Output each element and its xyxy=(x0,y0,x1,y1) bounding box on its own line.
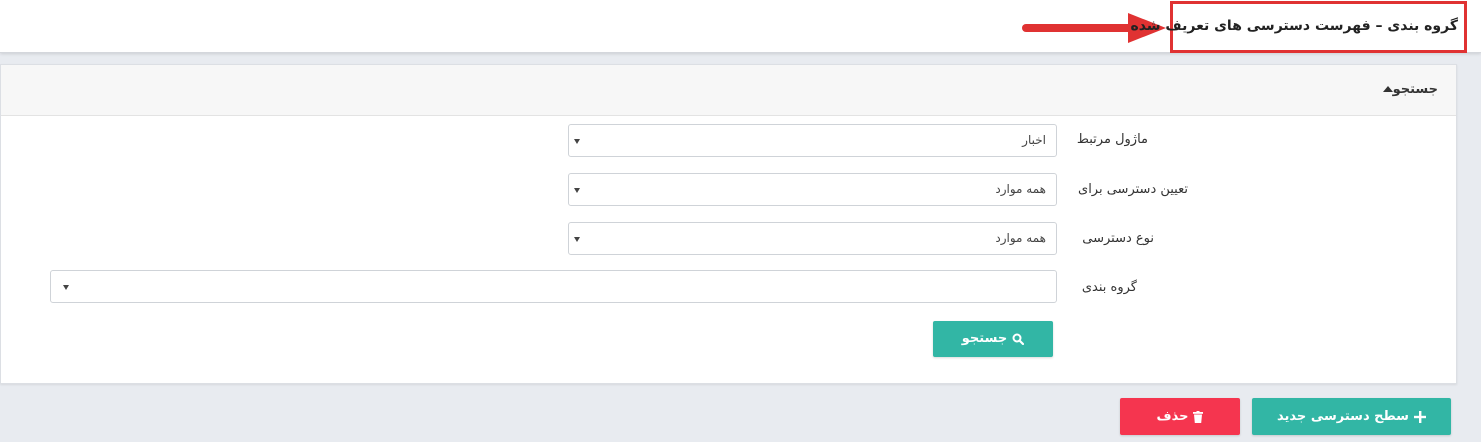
related-module-label: ماژول مرتبط xyxy=(1076,132,1148,147)
search-button[interactable]: جستجو xyxy=(933,321,1053,357)
chevron-down-icon xyxy=(574,237,580,242)
caret-up-icon xyxy=(1382,85,1393,92)
access-for-select[interactable]: همه موارد xyxy=(568,173,1057,206)
plus-icon xyxy=(1413,410,1426,423)
search-panel-title[interactable]: جستجو xyxy=(1378,82,1438,97)
access-for-label: تعیین دسترسی برای xyxy=(1078,182,1188,197)
related-module-value: اخبار xyxy=(1022,133,1046,147)
chevron-down-icon xyxy=(574,188,580,193)
new-access-level-button[interactable]: سطح دسترسی جدید xyxy=(1252,398,1451,435)
related-module-select[interactable]: اخبار xyxy=(568,124,1057,157)
access-type-label: نوع دسترسی xyxy=(1082,231,1154,246)
new-access-level-label: سطح دسترسی جدید xyxy=(1277,409,1409,424)
page-title: گروه بندی – فهرست دسترسی های تعریف شده xyxy=(1130,18,1458,34)
grouping-label: گروه بندی xyxy=(1081,280,1137,295)
delete-button-label: حذف xyxy=(1156,409,1189,424)
trash-icon xyxy=(1193,410,1204,423)
top-bar: گروه بندی – فهرست دسترسی های تعریف شده xyxy=(0,0,1481,53)
search-panel-title-text: جستجو xyxy=(1392,82,1438,97)
search-button-label: جستجو xyxy=(961,331,1008,346)
access-type-select[interactable]: همه موارد xyxy=(568,222,1057,255)
chevron-down-icon xyxy=(574,139,580,144)
page-title-highlight: گروه بندی – فهرست دسترسی های تعریف شده xyxy=(1130,1,1467,53)
delete-button[interactable]: حذف xyxy=(1120,398,1240,435)
grouping-select[interactable] xyxy=(50,270,1057,303)
access-for-value: همه موارد xyxy=(995,182,1046,196)
chevron-down-icon xyxy=(63,285,69,290)
search-panel-header[interactable]: جستجو xyxy=(1,65,1456,116)
access-type-value: همه موارد xyxy=(995,231,1046,245)
search-panel: جستجو ماژول مرتبط اخبار تعیین دسترسی برا… xyxy=(0,64,1457,384)
search-icon xyxy=(1012,333,1025,345)
